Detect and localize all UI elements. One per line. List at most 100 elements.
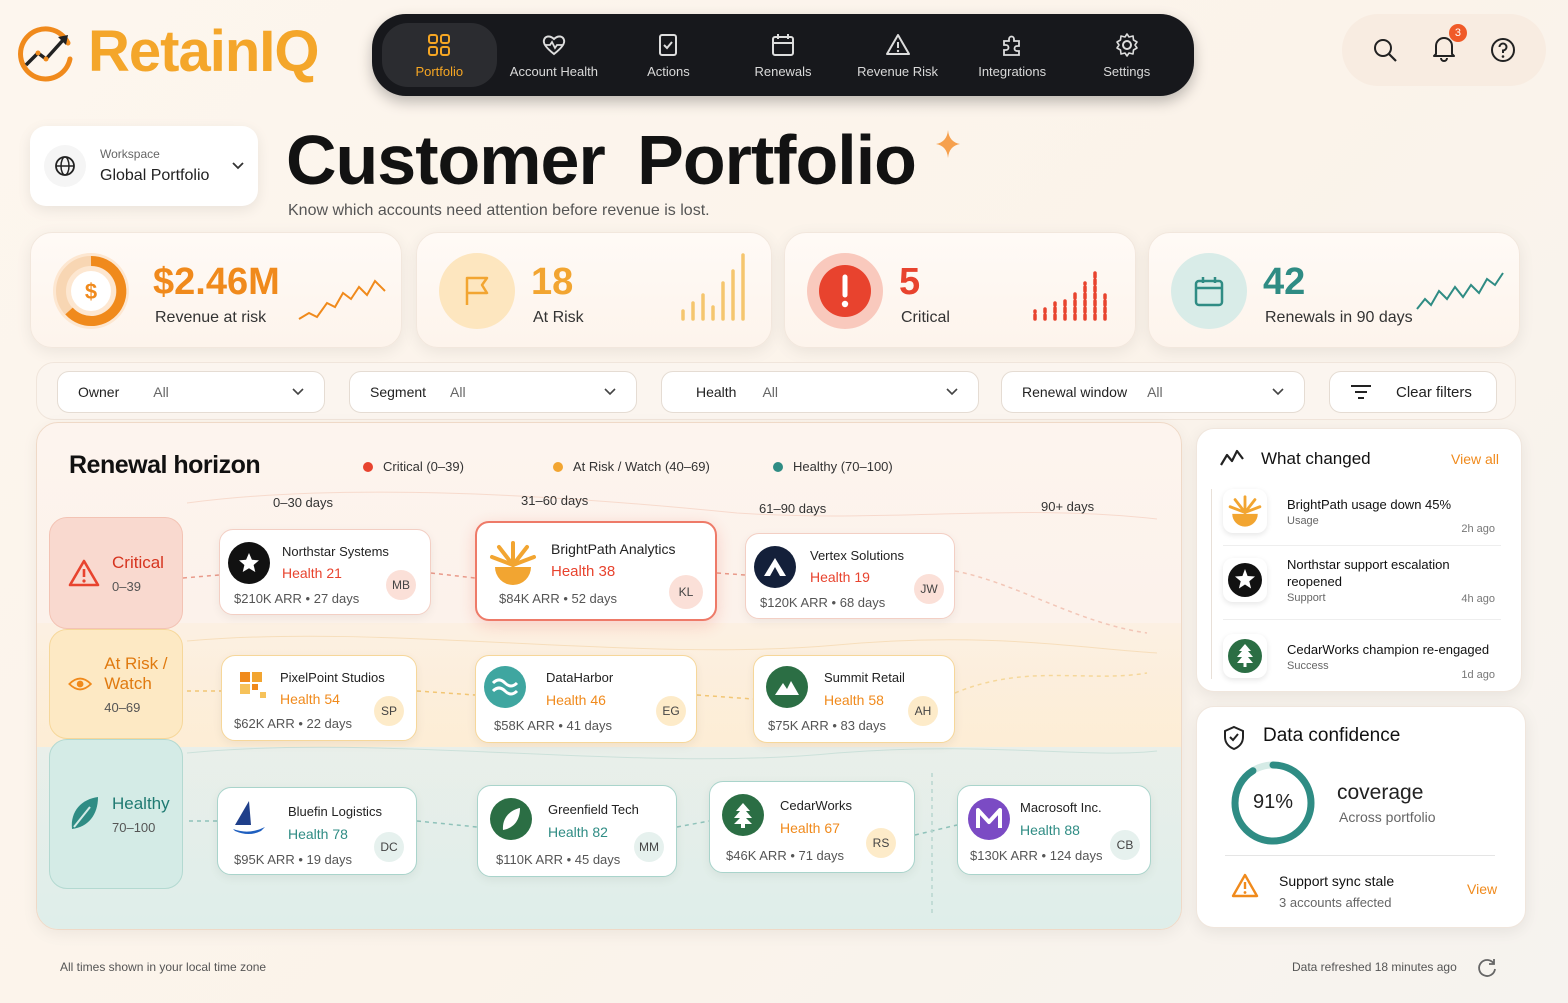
kpi-critical[interactable]: 5 Critical (784, 232, 1136, 348)
account-meta: $110K ARR • 45 days (496, 852, 621, 867)
account-health: Health 88 (1020, 822, 1080, 838)
account-name: PixelPoint Studios (280, 670, 385, 685)
owner-avatar: SP (374, 696, 404, 726)
dot-sparkline (1033, 269, 1107, 321)
account-card-summit[interactable]: Summit Retail Health 58 $75K ARR • 83 da… (753, 655, 955, 743)
heartbeat-icon (542, 35, 566, 55)
page-title: Customer Portfolio (286, 121, 917, 199)
nav-actions[interactable]: Actions (611, 23, 726, 87)
legend-dot (363, 461, 373, 472)
chevron-down-icon (1272, 388, 1284, 396)
filter-health[interactable]: Health All (661, 371, 979, 413)
account-name: Vertex Solutions (810, 548, 904, 563)
dollar-icon: $ (53, 253, 129, 329)
nav-label: Actions (647, 63, 690, 79)
shield-check-icon (1224, 725, 1244, 751)
bar-sparkline (681, 253, 745, 321)
data-confidence-panel: Data confidence 91% coverage Across port… (1196, 706, 1526, 928)
search-icon[interactable] (1372, 37, 1398, 63)
row-label-at-risk[interactable]: At Risk / Watch 40–69 (49, 629, 183, 739)
account-health: Health 19 (810, 569, 870, 585)
nav-integrations[interactable]: Integrations (955, 23, 1070, 87)
pixel-logo-icon (232, 664, 274, 706)
filter-owner[interactable]: Owner All (57, 371, 325, 413)
account-card-vertex[interactable]: Vertex Solutions Health 19 $120K ARR • 6… (745, 533, 955, 619)
kpi-revenue-at-risk[interactable]: $ $2.46M Revenue at risk (30, 232, 402, 348)
change-text: BrightPath usage down 45% (1287, 496, 1452, 512)
account-meta: $62K ARR • 22 days (234, 716, 353, 731)
filter-lines-icon (1351, 385, 1371, 399)
change-time: 1d ago (1461, 669, 1495, 681)
divider (1223, 545, 1501, 546)
app-logo[interactable]: RetainIQ (14, 18, 319, 85)
account-card-northstar[interactable]: Northstar Systems Health 21 $210K ARR • … (219, 529, 431, 615)
header-actions: 3 (1342, 14, 1546, 86)
legend-critical: Critical (0–39) (363, 459, 464, 474)
change-text: CedarWorks champion re-engaged (1287, 641, 1490, 657)
legend-dot (553, 461, 563, 472)
account-card-dataharbor[interactable]: DataHarbor Health 46 $58K ARR • 41 days … (475, 655, 697, 743)
row-label-healthy[interactable]: Healthy 70–100 (49, 739, 183, 889)
change-item[interactable]: Northstar support escalation reopened Sup… (1223, 547, 1501, 613)
nav-portfolio[interactable]: Portfolio (382, 23, 497, 87)
chevron-down-icon (292, 388, 304, 396)
owner-avatar: JW (914, 574, 944, 604)
column-61-90: 61–90 days (759, 501, 827, 516)
change-item[interactable]: BrightPath usage down 45% Usage 2h ago (1223, 479, 1501, 543)
kpi-value: 42 (1263, 261, 1306, 303)
timezone-note: All times shown in your local time zone (60, 960, 267, 974)
account-meta: $120K ARR • 68 days (760, 595, 886, 610)
flag-icon (439, 253, 515, 329)
filter-segment[interactable]: Segment All (349, 371, 637, 413)
notifications-button[interactable]: 3 (1431, 23, 1467, 67)
filter-key: Owner (78, 384, 120, 400)
help-icon[interactable] (1490, 37, 1516, 63)
main-nav: Portfolio Account Health Actions Renewal… (372, 14, 1194, 96)
nav-label: Settings (1103, 63, 1151, 79)
calendar-icon (772, 33, 795, 56)
legend-healthy: Healthy (70–100) (773, 459, 893, 474)
change-category: Usage (1287, 514, 1319, 527)
row-label-critical[interactable]: Critical 0–39 (49, 517, 183, 629)
kpi-renewals[interactable]: 42 Renewals in 90 days (1148, 232, 1520, 348)
refresh-icon[interactable] (1476, 956, 1498, 978)
filter-renewal-window[interactable]: Renewal window All (1001, 371, 1305, 413)
workspace-selector[interactable]: Workspace Global Portfolio (30, 126, 258, 206)
account-name: Greenfield Tech (548, 802, 639, 817)
view-all-link[interactable]: View all (1451, 451, 1499, 467)
leaf-logo-icon (490, 798, 532, 840)
account-card-brightpath[interactable]: BrightPath Analytics Health 38 $84K ARR … (475, 521, 717, 621)
timeline-line (1211, 489, 1212, 679)
change-time: 4h ago (1461, 593, 1495, 605)
clear-filters-button[interactable]: Clear filters (1329, 371, 1497, 413)
account-name: DataHarbor (546, 670, 614, 685)
gear-icon (1115, 32, 1138, 57)
nav-revenue-risk[interactable]: Revenue Risk (840, 23, 955, 87)
account-card-macrosoft[interactable]: Macrosoft Inc. Health 88 $130K ARR • 124… (957, 785, 1151, 875)
wave-logo-icon (484, 666, 526, 708)
star-icon (228, 542, 270, 584)
account-card-greenfield[interactable]: Greenfield Tech Health 82 $110K ARR • 45… (477, 785, 677, 877)
nav-label: Integrations (978, 63, 1047, 79)
account-card-bluefin[interactable]: Bluefin Logistics Health 78 $95K ARR • 1… (217, 787, 417, 875)
account-card-cedarworks[interactable]: CedarWorks Health 67 $46K ARR • 71 days … (709, 781, 915, 873)
legend-label: Healthy (70–100) (793, 459, 893, 474)
alert-view-link[interactable]: View (1467, 881, 1497, 897)
warning-icon (68, 559, 100, 587)
nav-account-health[interactable]: Account Health (497, 23, 612, 87)
kpi-value: $2.46M (153, 261, 280, 303)
alert-detail: 3 accounts affected (1279, 895, 1392, 910)
tree-logo-icon (722, 794, 764, 836)
kpi-at-risk[interactable]: 18 At Risk (416, 232, 772, 348)
account-card-pixelpoint[interactable]: PixelPoint Studios Health 54 $62K ARR • … (221, 655, 417, 741)
nav-settings[interactable]: Settings (1069, 23, 1184, 87)
account-meta: $46K ARR • 71 days (726, 848, 845, 863)
warning-icon (885, 33, 910, 55)
clear-filters-label: Clear filters (1396, 383, 1472, 401)
change-item[interactable]: CedarWorks champion re-engaged Success 1d… (1223, 623, 1501, 689)
calendar-icon (1171, 253, 1247, 329)
owner-avatar: AH (908, 696, 938, 726)
nav-renewals[interactable]: Renewals (726, 23, 841, 87)
filter-key: Segment (370, 384, 427, 400)
kpi-label: Renewals in 90 days (1265, 309, 1413, 326)
